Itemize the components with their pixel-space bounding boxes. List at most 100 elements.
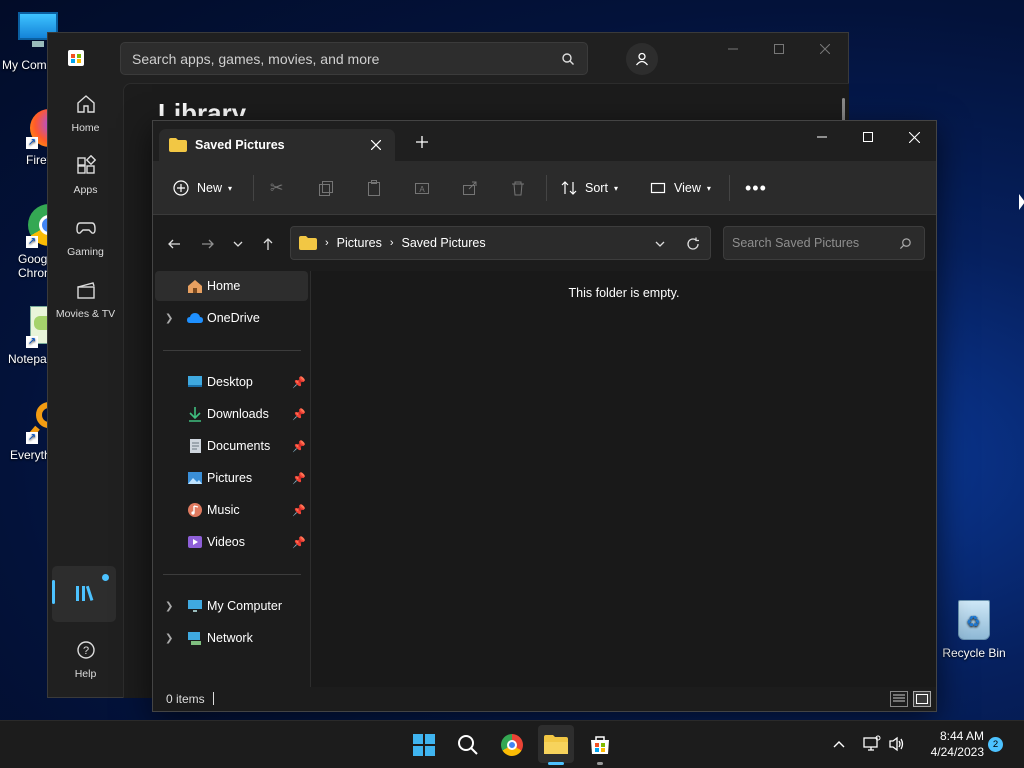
recent-locations-button[interactable]	[227, 233, 249, 255]
clapperboard-icon	[76, 282, 95, 299]
nav-item-desktop[interactable]: Desktop 📌	[155, 367, 308, 397]
explorer-maximize-button[interactable]	[845, 121, 891, 153]
nav-item-label: Videos	[207, 535, 245, 549]
address-bar[interactable]: › Pictures › Saved Pictures	[290, 226, 711, 260]
chevron-right-icon[interactable]: ❯	[165, 633, 173, 644]
pin-icon[interactable]: 📌	[292, 408, 306, 421]
network-status-button[interactable]	[863, 735, 881, 756]
chevron-right-icon[interactable]: ❯	[165, 601, 173, 612]
rename-icon: A	[415, 183, 429, 194]
account-button[interactable]	[626, 43, 658, 75]
new-button[interactable]: New ▾	[173, 161, 232, 215]
show-hidden-icons-button[interactable]	[832, 737, 846, 754]
nav-item-home[interactable]: Home	[155, 271, 308, 301]
cut-button[interactable]: ✂	[270, 161, 283, 215]
forward-button[interactable]	[197, 233, 219, 255]
back-button[interactable]	[163, 233, 185, 255]
search-icon[interactable]	[561, 52, 575, 66]
pin-icon[interactable]: 📌	[292, 472, 306, 485]
sort-button[interactable]: Sort ▾	[561, 161, 618, 215]
file-explorer-window[interactable]: Saved Pictures New ▾ ✂ A Sort ▾ View ▾ •…	[152, 120, 937, 712]
nav-item-downloads[interactable]: Downloads 📌	[155, 399, 308, 429]
divider	[163, 574, 301, 575]
nav-item-videos[interactable]: Videos 📌	[155, 527, 308, 557]
share-button[interactable]	[462, 161, 478, 215]
pin-icon[interactable]: 📌	[292, 536, 306, 549]
nav-item-my-computer[interactable]: ❯ My Computer	[155, 591, 308, 621]
close-icon	[908, 131, 920, 143]
tiles-view-button[interactable]	[913, 691, 931, 707]
taskbar-store-button[interactable]	[584, 729, 616, 765]
nav-item-label: Documents	[207, 439, 271, 453]
help-icon: ?	[76, 641, 95, 659]
store-icon	[591, 736, 609, 754]
share-icon	[463, 181, 477, 195]
chrome-icon	[501, 734, 523, 756]
store-nav-apps[interactable]: Apps	[48, 154, 123, 196]
taskbar-chrome-button[interactable]	[496, 729, 528, 761]
close-tab-icon[interactable]	[371, 140, 381, 150]
nav-item-network[interactable]: ❯ Network	[155, 623, 308, 653]
sort-label: Sort	[585, 181, 608, 195]
store-search-input[interactable]: Search apps, games, movies, and more	[120, 42, 588, 75]
svg-text:A: A	[419, 185, 425, 194]
taskbar-search-button[interactable]	[452, 729, 484, 761]
copy-icon	[319, 181, 333, 196]
copy-button[interactable]	[318, 161, 334, 215]
start-button[interactable]	[408, 729, 440, 761]
taskbar-file-explorer-button[interactable]	[538, 725, 574, 765]
new-tab-button[interactable]	[415, 135, 435, 155]
pin-icon[interactable]: 📌	[292, 504, 306, 517]
nav-item-documents[interactable]: Documents 📌	[155, 431, 308, 461]
breadcrumb-saved-pictures[interactable]: Saved Pictures	[402, 236, 486, 250]
pin-icon[interactable]: 📌	[292, 376, 306, 389]
nav-item-onedrive[interactable]: ❯ OneDrive	[155, 303, 308, 333]
store-maximize-button[interactable]	[756, 33, 802, 65]
search-icon	[458, 735, 478, 755]
library-icon	[76, 585, 94, 601]
store-minimize-button[interactable]	[710, 33, 756, 65]
desktop-icon-label: Recycle Bin	[942, 646, 1006, 660]
maximize-icon	[863, 132, 873, 142]
store-nav-help[interactable]: ? Help	[48, 639, 123, 680]
notification-badge[interactable]: 2	[988, 737, 1003, 752]
up-button[interactable]	[257, 233, 279, 255]
rename-button[interactable]: A	[414, 161, 430, 215]
view-button[interactable]: View ▾	[650, 161, 711, 215]
details-view-icon	[893, 694, 905, 702]
delete-button[interactable]	[510, 161, 526, 215]
nav-item-pictures[interactable]: Pictures 📌	[155, 463, 308, 493]
nav-item-music[interactable]: Music 📌	[155, 495, 308, 525]
volume-button[interactable]	[888, 735, 906, 756]
file-list-area[interactable]: This folder is empty.	[312, 271, 936, 689]
search-input[interactable]: Search Saved Pictures	[723, 226, 925, 260]
video-icon	[188, 536, 202, 548]
more-options-button[interactable]: •••	[745, 161, 767, 215]
cloud-icon	[187, 313, 203, 323]
details-view-button[interactable]	[890, 691, 908, 707]
nav-item-label: Downloads	[207, 407, 269, 421]
store-nav-home[interactable]: Home	[48, 93, 123, 134]
explorer-minimize-button[interactable]	[799, 121, 845, 153]
store-nav-movies-tv[interactable]: Movies & TV	[48, 279, 123, 320]
chevron-down-icon[interactable]	[654, 238, 666, 250]
chevron-right-icon[interactable]: ❯	[165, 313, 173, 324]
refresh-icon[interactable]	[686, 237, 700, 251]
store-nav-library[interactable]	[52, 566, 116, 622]
divider	[729, 175, 730, 201]
active-app-indicator	[548, 762, 564, 765]
explorer-close-button[interactable]	[891, 121, 937, 153]
tab-saved-pictures[interactable]: Saved Pictures	[159, 129, 395, 161]
breadcrumb-pictures[interactable]: Pictures	[337, 236, 382, 250]
store-page-heading: Library	[158, 98, 247, 116]
clock[interactable]: 8:44 AM 4/24/2023	[916, 728, 984, 760]
pin-icon[interactable]: 📌	[292, 440, 306, 453]
nav-item-label: Pictures	[207, 471, 253, 485]
tiles-view-icon	[916, 694, 928, 704]
store-nav-gaming[interactable]: Gaming	[48, 217, 123, 258]
plus-icon	[416, 136, 428, 148]
clock-date: 4/24/2023	[930, 745, 984, 759]
paste-button[interactable]	[366, 161, 382, 215]
store-close-button[interactable]	[802, 33, 848, 65]
desktop-icon-recycle-bin[interactable]: ♻ Recycle Bin	[938, 598, 1010, 660]
